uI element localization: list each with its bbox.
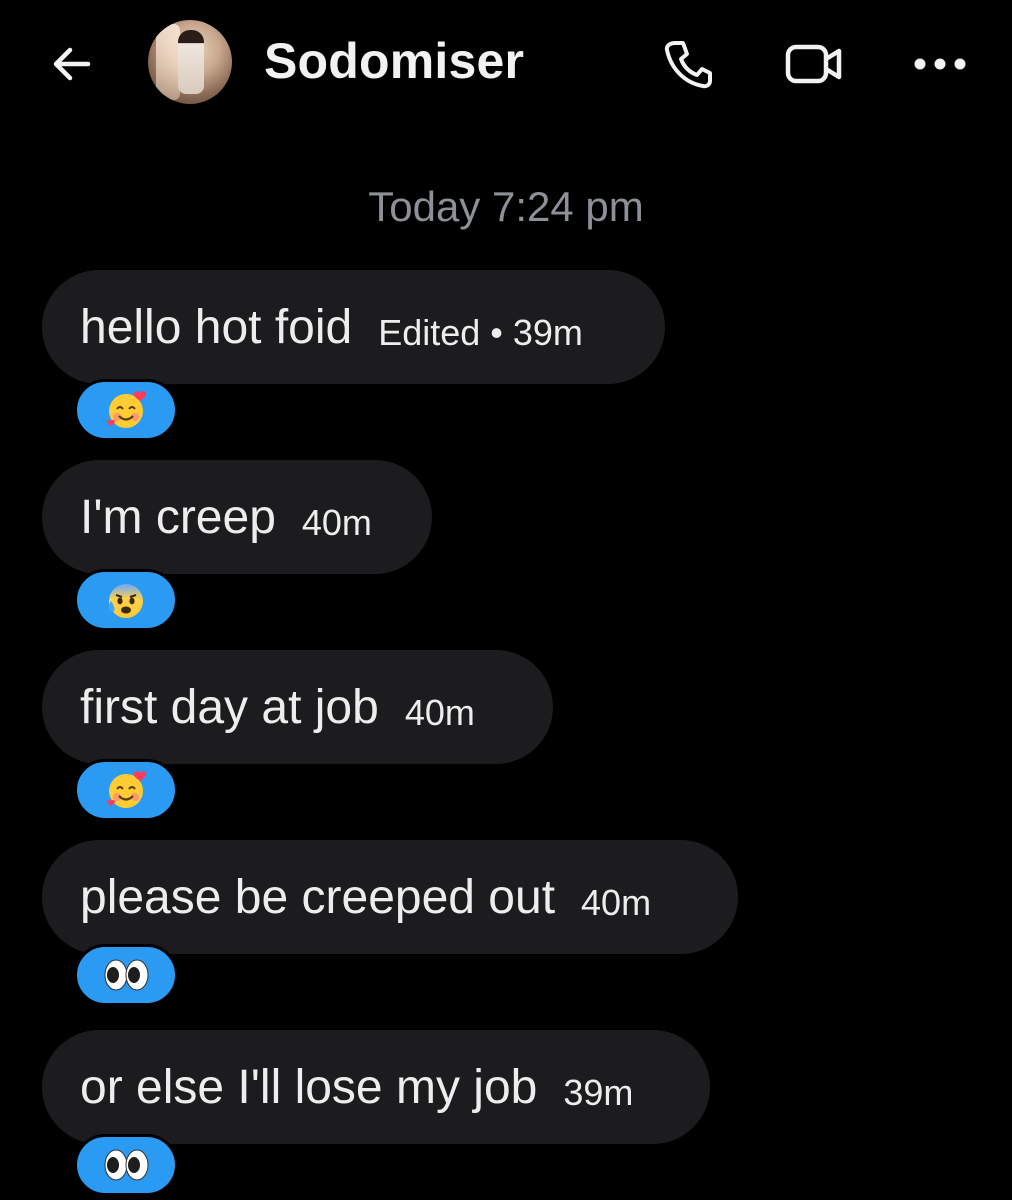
call-button[interactable] — [658, 36, 718, 92]
smiling-face-with-hearts-icon — [107, 771, 147, 808]
message-meta: 39m — [563, 1072, 634, 1113]
avatar[interactable] — [148, 20, 232, 104]
message-text: I'm creep — [80, 490, 276, 544]
back-button[interactable] — [46, 38, 98, 90]
message-text: hello hot foid — [80, 300, 353, 354]
message-meta: 40m — [404, 692, 475, 733]
message-meta: 40m — [581, 882, 652, 923]
smiling-face-with-hearts-icon — [107, 391, 147, 428]
video-call-button[interactable] — [784, 36, 844, 92]
video-camera-icon — [785, 44, 842, 84]
more-options-button[interactable] — [910, 36, 970, 92]
chat-header: Sodomiser — [0, 0, 1012, 130]
contact-name[interactable]: Sodomiser — [264, 32, 524, 90]
message-bubble[interactable]: please be creeped out 40m — [42, 840, 738, 954]
arrow-left-icon — [53, 47, 91, 81]
message-bubble[interactable]: or else I'll lose my job 39m — [42, 1030, 710, 1144]
message-text: please be creeped out — [80, 870, 556, 924]
message-bubble[interactable]: I'm creep 40m — [42, 460, 432, 574]
message-meta: 40m — [301, 502, 372, 543]
reaction-badge[interactable] — [74, 569, 178, 631]
conversation-timestamp: Today 7:24 pm — [368, 183, 644, 230]
eyes-icon — [104, 1149, 149, 1181]
eyes-icon — [104, 959, 149, 991]
phone-icon — [664, 41, 712, 89]
avatar-photo-highlight — [156, 24, 180, 100]
message-bubble[interactable]: hello hot foid Edited • 39m — [42, 270, 665, 384]
message-bubble[interactable]: first day at job 40m — [42, 650, 553, 764]
anxious-face-with-sweat-icon — [108, 584, 143, 618]
chat-screen: Sodomiser Today 7:24 pm hello hot foid E… — [0, 0, 1012, 1200]
more-horizontal-icon — [914, 58, 966, 70]
reaction-badge[interactable] — [74, 944, 178, 1006]
reaction-badge[interactable] — [74, 379, 178, 441]
message-text: first day at job — [80, 680, 379, 734]
message-text: or else I'll lose my job — [80, 1060, 538, 1114]
avatar-photo-figure — [178, 30, 204, 94]
reaction-badge[interactable] — [74, 1134, 178, 1196]
reaction-badge[interactable] — [74, 759, 178, 821]
message-meta: Edited • 39m — [378, 312, 583, 353]
